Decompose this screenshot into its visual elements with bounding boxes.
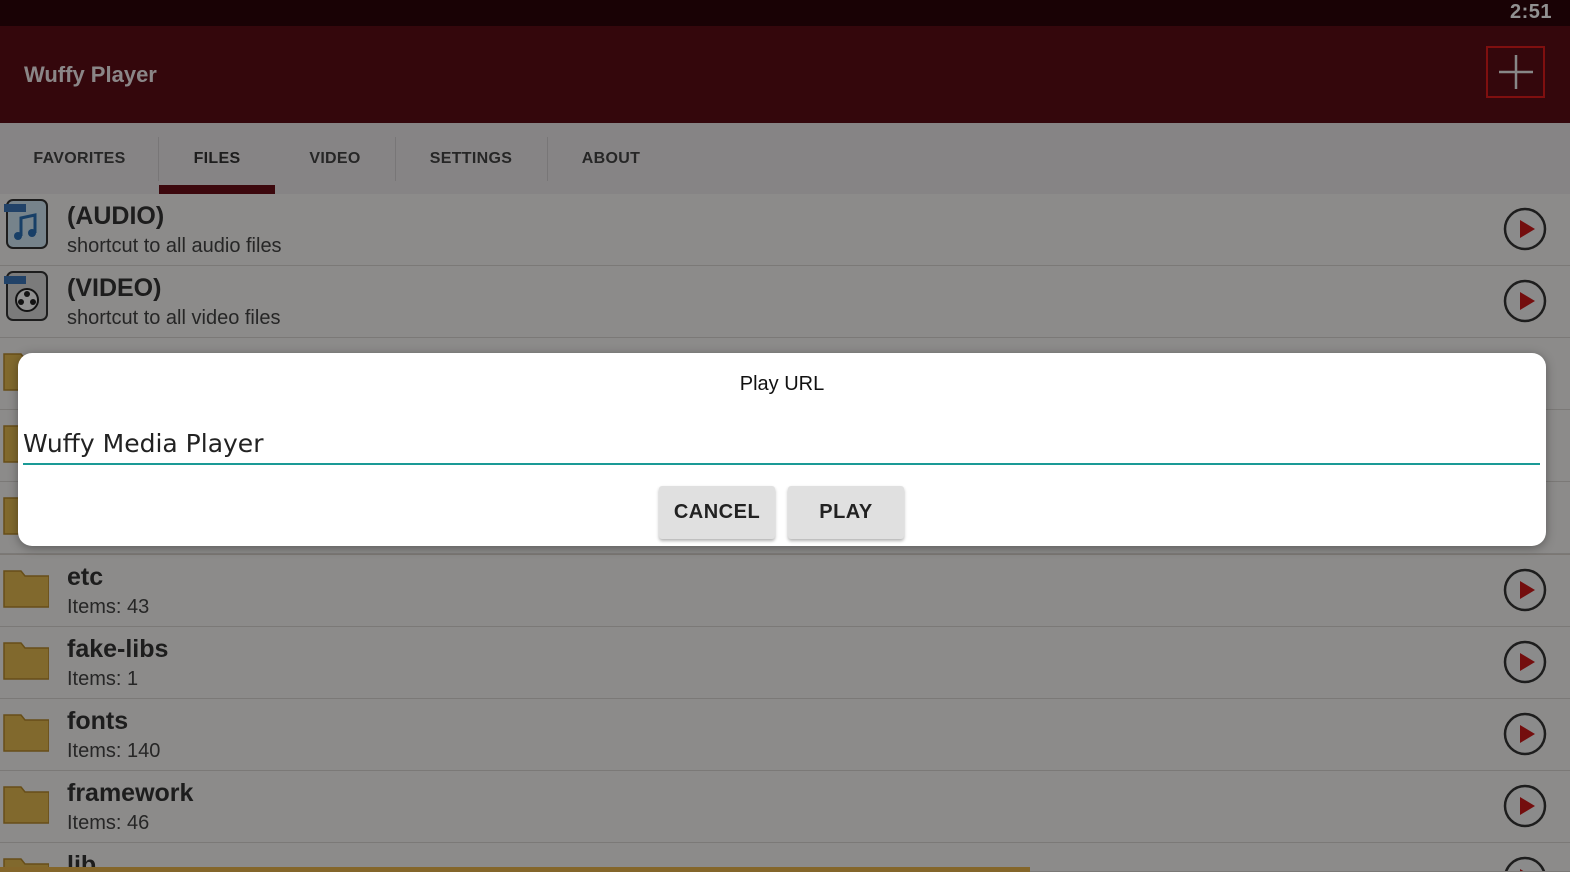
play-button[interactable]: PLAY [788, 486, 904, 539]
dialog-title: Play URL [739, 373, 825, 395]
play-url-dialog: Play URL CANCEL PLAY [18, 353, 1546, 546]
cancel-button[interactable]: CANCEL [659, 486, 775, 539]
url-input[interactable] [23, 423, 1540, 465]
